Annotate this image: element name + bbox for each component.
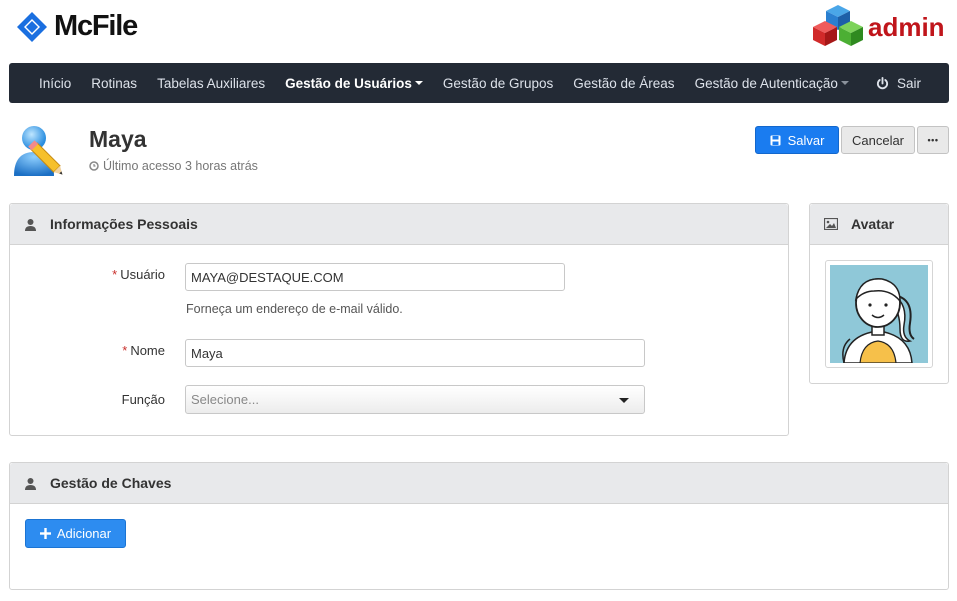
nav-label: Gestão de Grupos	[442, 75, 554, 91]
nav-item-rotinas[interactable]: Rotinas	[81, 63, 147, 103]
nav-item-gestao-usuarios[interactable]: Gestão de Usuários	[275, 63, 433, 103]
keys-panel: Gestão de Chaves Adicionar	[9, 462, 949, 590]
add-label: Adicionar	[56, 526, 112, 541]
nav-label: Gestão de Autenticação	[694, 75, 838, 91]
cubes-icon	[813, 5, 863, 46]
nav-item-tabelas-auxiliares[interactable]: Tabelas Auxiliares	[147, 63, 275, 103]
user-icon	[25, 218, 36, 231]
panel-title: Gestão de Chaves	[50, 475, 172, 491]
caret-down-icon	[619, 398, 629, 403]
caret-down-icon	[414, 81, 423, 85]
more-options-button[interactable]: •••	[917, 126, 949, 154]
avatar-illustration	[830, 265, 928, 363]
last-access-label: Último acesso 3 horas atrás	[103, 159, 258, 173]
panel-title: Informações Pessoais	[50, 216, 198, 232]
name-label: * Nome	[122, 343, 165, 358]
add-key-button[interactable]: Adicionar	[25, 519, 126, 548]
nav-item-inicio[interactable]: Início	[9, 63, 81, 103]
power-icon	[876, 76, 888, 89]
nav-label: Início	[39, 75, 72, 91]
name-input[interactable]	[185, 339, 645, 367]
mcfile-logo-icon	[17, 11, 47, 42]
image-icon	[824, 218, 838, 230]
role-label: Função	[121, 392, 165, 407]
main-navbar: Início Rotinas Tabelas Auxiliares Gestão…	[9, 63, 949, 103]
nav-label: Rotinas	[91, 75, 138, 91]
username-input[interactable]	[185, 263, 565, 291]
user-name-heading: Maya	[89, 126, 147, 152]
required-mark: *	[122, 343, 128, 358]
required-mark: *	[112, 267, 118, 282]
cancel-label: Cancelar	[851, 132, 905, 148]
panel-header: Gestão de Chaves	[10, 463, 948, 504]
panel-title: Avatar	[851, 216, 895, 232]
logout-label: Sair	[896, 75, 921, 91]
panel-header: Avatar	[810, 204, 948, 245]
save-button[interactable]: Salvar	[755, 126, 839, 154]
username-label-text: Usuário	[120, 267, 165, 282]
cancel-button[interactable]: Cancelar	[841, 126, 915, 154]
user-icon	[25, 477, 36, 490]
logout-button[interactable]: Sair	[876, 63, 921, 103]
save-label: Salvar	[787, 132, 825, 148]
nav-label: Tabelas Auxiliares	[157, 75, 266, 91]
floppy-disk-icon	[770, 135, 781, 145]
admin-logo: admin	[810, 3, 945, 49]
user-edit-icon	[14, 126, 63, 176]
personal-info-panel: Informações Pessoais *Usuário Forneça um…	[9, 203, 789, 436]
panel-header: Informações Pessoais	[10, 204, 788, 245]
role-select[interactable]: Selecione...	[185, 385, 645, 414]
nav-label: Gestão de Áreas	[573, 75, 675, 91]
more-label: •••	[927, 135, 939, 145]
caret-down-icon	[840, 81, 849, 85]
admin-label: admin	[868, 11, 945, 42]
avatar-panel: Avatar	[809, 203, 949, 384]
nav-item-gestao-autenticacao[interactable]: Gestão de Autenticação	[685, 63, 859, 103]
avatar-image[interactable]	[825, 260, 933, 368]
nav-label: Gestão de Usuários	[285, 75, 412, 91]
username-help-text: Forneça um endereço de e-mail válido.	[186, 302, 403, 316]
role-select-placeholder: Selecione...	[191, 392, 259, 407]
nav-item-gestao-grupos[interactable]: Gestão de Grupos	[433, 63, 563, 103]
brand-name: McFile	[54, 10, 138, 42]
last-access-text: Último acesso 3 horas atrás	[89, 159, 258, 173]
plus-icon	[39, 528, 51, 539]
name-label-text: Nome	[130, 343, 165, 358]
mcfile-logo: McFile	[16, 10, 138, 43]
nav-item-gestao-areas[interactable]: Gestão de Áreas	[563, 63, 684, 103]
clock-icon	[89, 161, 99, 171]
username-label: * Usuário	[112, 267, 165, 282]
